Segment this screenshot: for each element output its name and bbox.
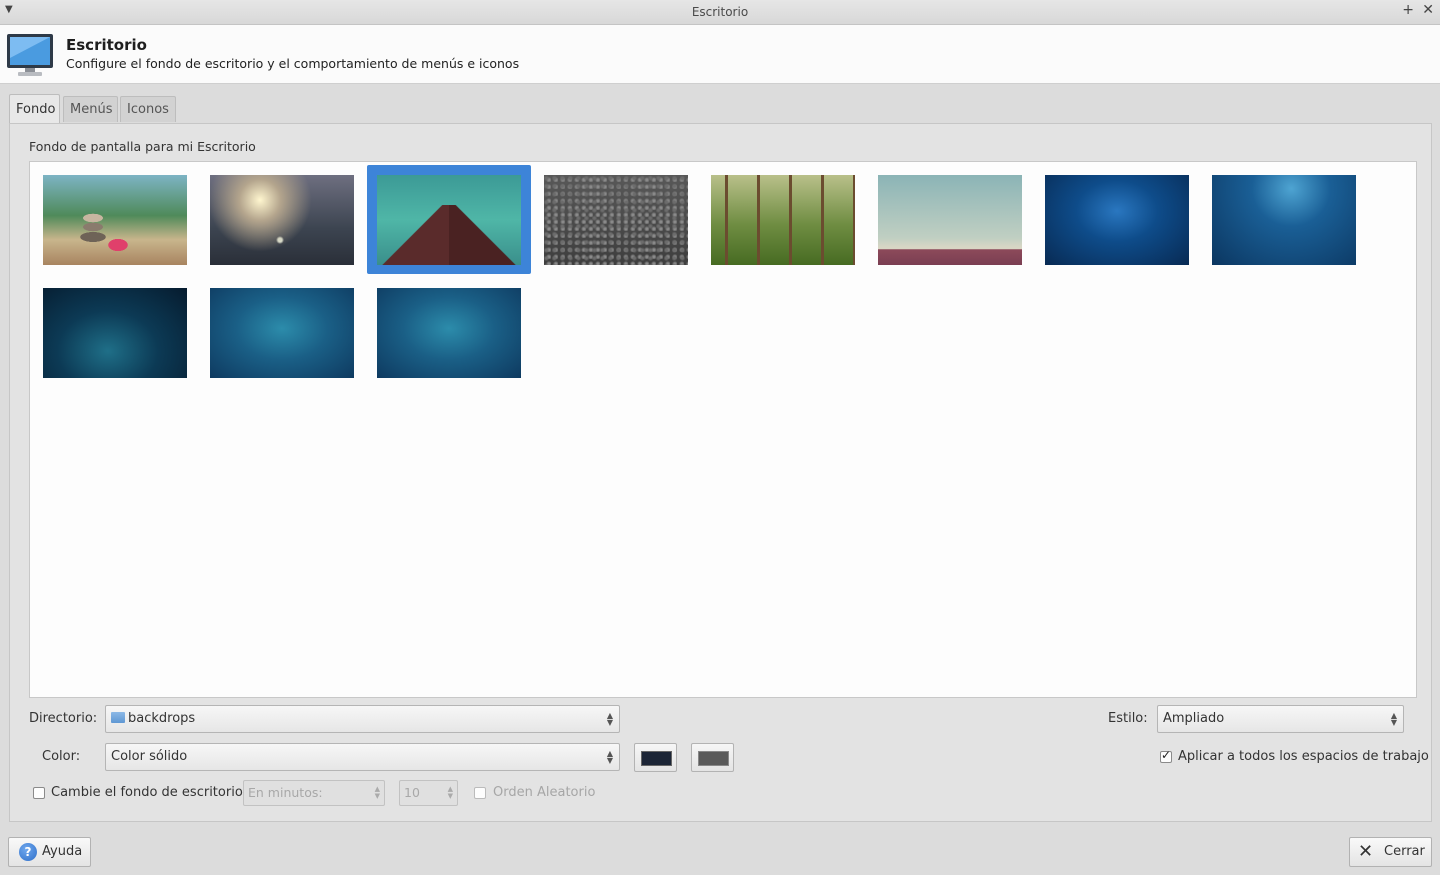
combo-arrows-icon: ▲ ▼ — [1390, 711, 1397, 727]
tab-iconos[interactable]: Iconos — [120, 96, 176, 122]
style-combo[interactable]: Ampliado ▲ ▼ — [1157, 705, 1404, 733]
secondary-color-swatch — [698, 751, 729, 766]
wallpaper-thumbnail-teal-1[interactable] — [210, 288, 354, 378]
wallpaper-thumbnail-blue-light[interactable] — [1212, 175, 1356, 265]
directory-label: Directorio: — [29, 711, 98, 726]
style-label: Estilo: — [1108, 711, 1148, 726]
color-mode-value: Color sólido — [111, 749, 188, 764]
wallpaper-thumbnail-teal-2[interactable] — [377, 288, 521, 378]
wallpaper-thumbnail-dark-teal[interactable] — [43, 288, 187, 378]
wallpaper-thumbnail-flowers-bokeh[interactable] — [210, 175, 354, 265]
dialog-header: Escritorio Configure el fondo de escrito… — [0, 25, 1440, 84]
color-label: Color: — [42, 749, 81, 764]
wallpaper-thumbnail-zen-stones[interactable] — [43, 175, 187, 265]
secondary-color-button[interactable] — [691, 743, 734, 772]
section-label: Fondo de pantalla para mi Escritorio — [29, 139, 256, 154]
folder-icon — [111, 712, 125, 723]
change-bg-label: Cambie el fondo de escritorio: — [51, 785, 248, 800]
spin-arrows-icon: ▲ ▼ — [374, 785, 380, 800]
primary-color-button[interactable] — [634, 743, 677, 772]
header-subtitle: Configure el fondo de escritorio y el co… — [66, 56, 520, 71]
wallpaper-thumbnail-horizon[interactable] — [878, 175, 1022, 265]
window-title: Escritorio — [691, 5, 749, 19]
wallpaper-thumbnail-blue-glow[interactable] — [1045, 175, 1189, 265]
spin-arrows-icon: ▲ ▼ — [447, 785, 453, 800]
combo-arrows-icon: ▲ ▼ — [606, 749, 613, 765]
close-label: Cerrar — [1384, 844, 1425, 859]
primary-color-swatch — [641, 751, 672, 766]
maximize-icon[interactable]: + — [1402, 2, 1414, 18]
apply-all-label: Aplicar a todos los espacios de trabajo — [1178, 749, 1429, 764]
close-button[interactable]: ✕ Cerrar — [1349, 837, 1432, 867]
wallpaper-thumbnail-pebbles[interactable] — [544, 175, 688, 265]
help-label: Ayuda — [42, 844, 83, 859]
close-icon[interactable]: ✕ — [1422, 2, 1434, 18]
random-order-checkbox[interactable] — [474, 787, 486, 799]
minutes-value: 10 — [404, 785, 420, 800]
title-bar: ▼ Escritorio + ✕ — [0, 0, 1440, 25]
wallpaper-thumbnail-mountain-peak[interactable] — [377, 175, 521, 265]
help-button[interactable]: ? Ayuda — [8, 837, 91, 867]
interval-value: En minutos: — [248, 785, 323, 800]
help-icon: ? — [19, 843, 37, 861]
style-value: Ampliado — [1163, 711, 1225, 726]
directory-value: backdrops — [128, 711, 196, 726]
directory-combo[interactable]: backdrops ▲ ▼ — [105, 705, 620, 733]
apply-all-checkbox[interactable] — [1160, 748, 1172, 763]
monitor-icon — [7, 34, 53, 76]
change-bg-checkbox[interactable] — [33, 787, 45, 799]
tab-menus[interactable]: Menús — [63, 96, 118, 122]
random-order-label: Orden Aleatorio — [493, 785, 596, 800]
close-icon: ✕ — [1358, 841, 1374, 862]
wallpaper-thumbnail-forest[interactable] — [711, 175, 855, 265]
tab-fondo[interactable]: Fondo — [9, 94, 60, 124]
interval-combo[interactable]: En minutos: ▲ ▼ — [243, 780, 385, 806]
minutes-spinner[interactable]: 10 ▲ ▼ — [399, 780, 458, 806]
header-title: Escritorio — [66, 36, 147, 54]
combo-arrows-icon: ▲ ▼ — [606, 711, 613, 727]
color-mode-combo[interactable]: Color sólido ▲ ▼ — [105, 743, 620, 771]
